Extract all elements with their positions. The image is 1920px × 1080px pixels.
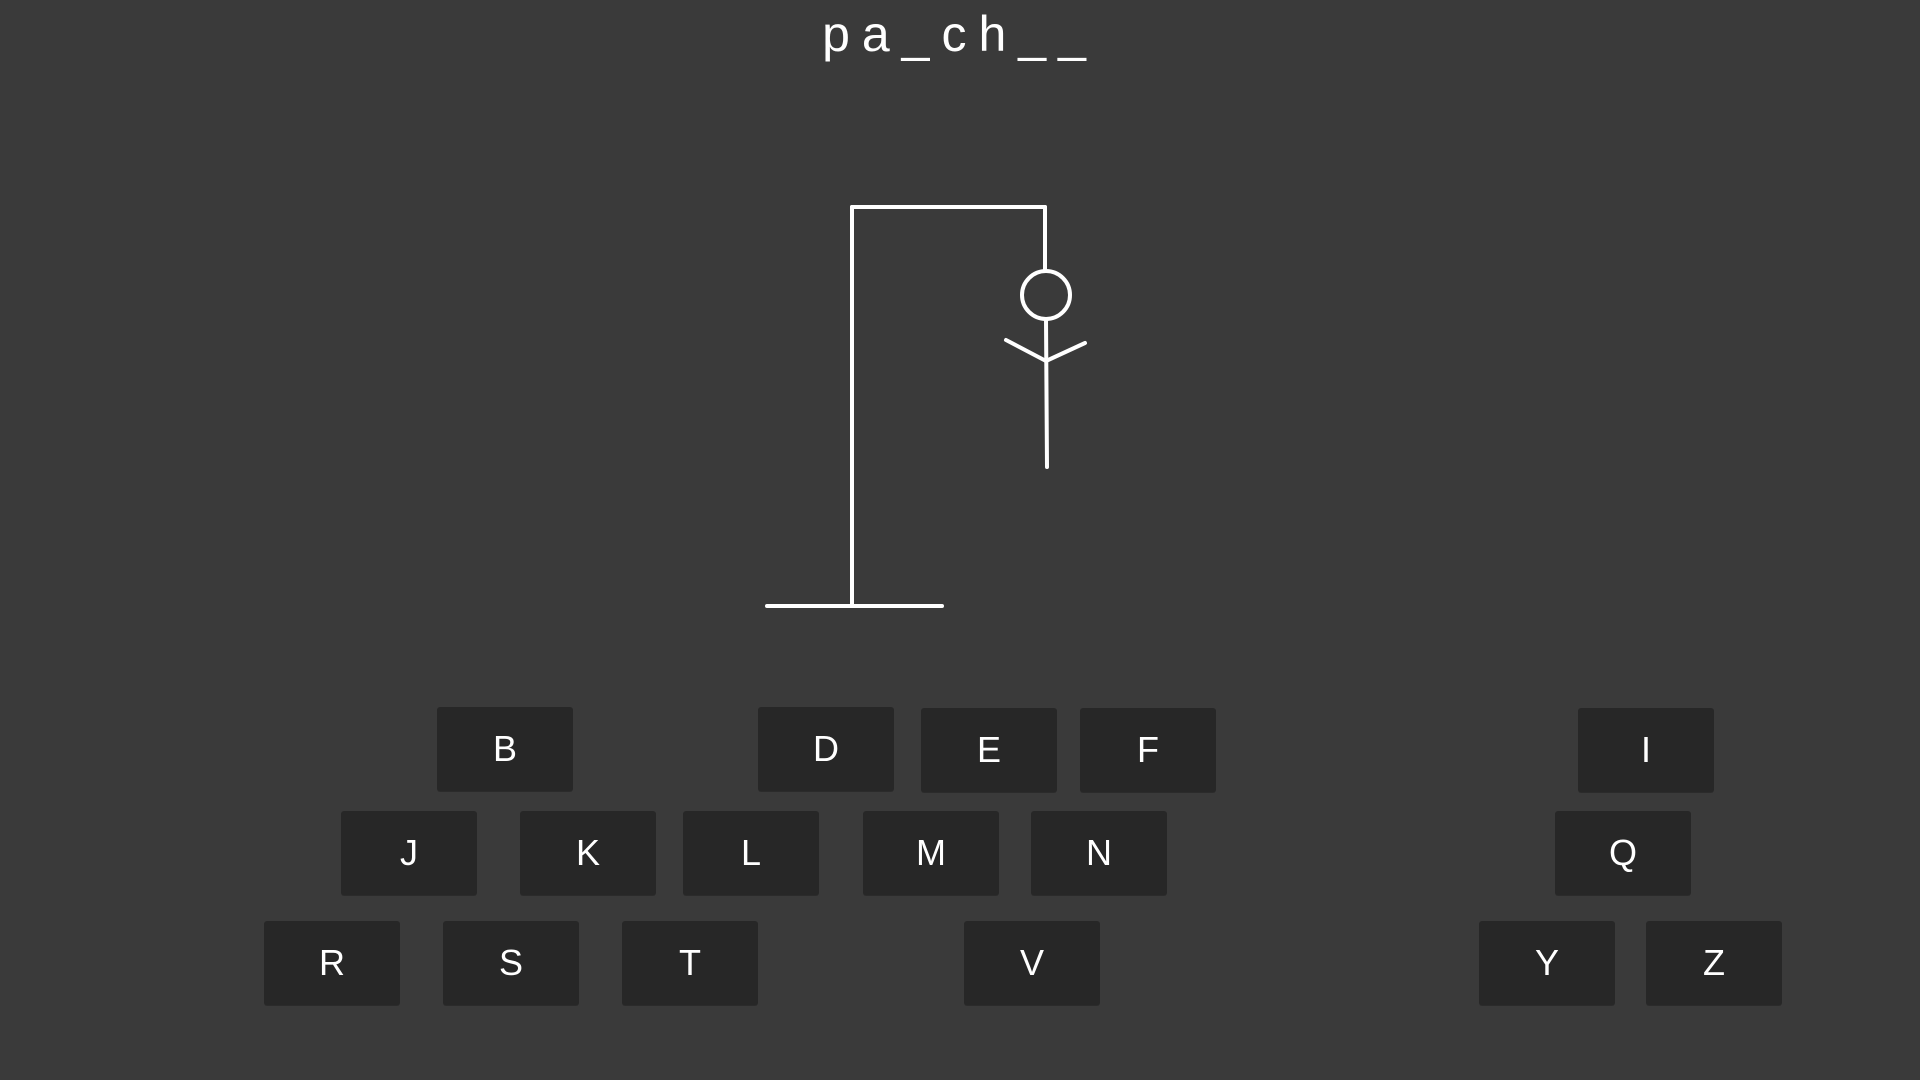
key-j[interactable]: J [341, 811, 477, 895]
key-n[interactable]: N [1031, 811, 1167, 895]
key-y[interactable]: Y [1479, 921, 1615, 1005]
key-t[interactable]: T [622, 921, 758, 1005]
hangman-drawing [765, 205, 1087, 608]
key-l[interactable]: L [683, 811, 819, 895]
hangman-right-arm [1044, 341, 1087, 363]
hangman-left-arm [1004, 338, 1048, 363]
key-d[interactable]: D [758, 707, 894, 791]
hangman-body [1044, 317, 1049, 469]
key-z[interactable]: Z [1646, 921, 1782, 1005]
key-q[interactable]: Q [1555, 811, 1691, 895]
key-r[interactable]: R [264, 921, 400, 1005]
key-e[interactable]: E [921, 708, 1057, 792]
key-s[interactable]: S [443, 921, 579, 1005]
key-m[interactable]: M [863, 811, 999, 895]
key-f[interactable]: F [1080, 708, 1216, 792]
key-k[interactable]: K [520, 811, 656, 895]
key-v[interactable]: V [964, 921, 1100, 1005]
key-b[interactable]: B [437, 707, 573, 791]
key-i[interactable]: I [1578, 708, 1714, 792]
hangman-head [1020, 269, 1072, 321]
